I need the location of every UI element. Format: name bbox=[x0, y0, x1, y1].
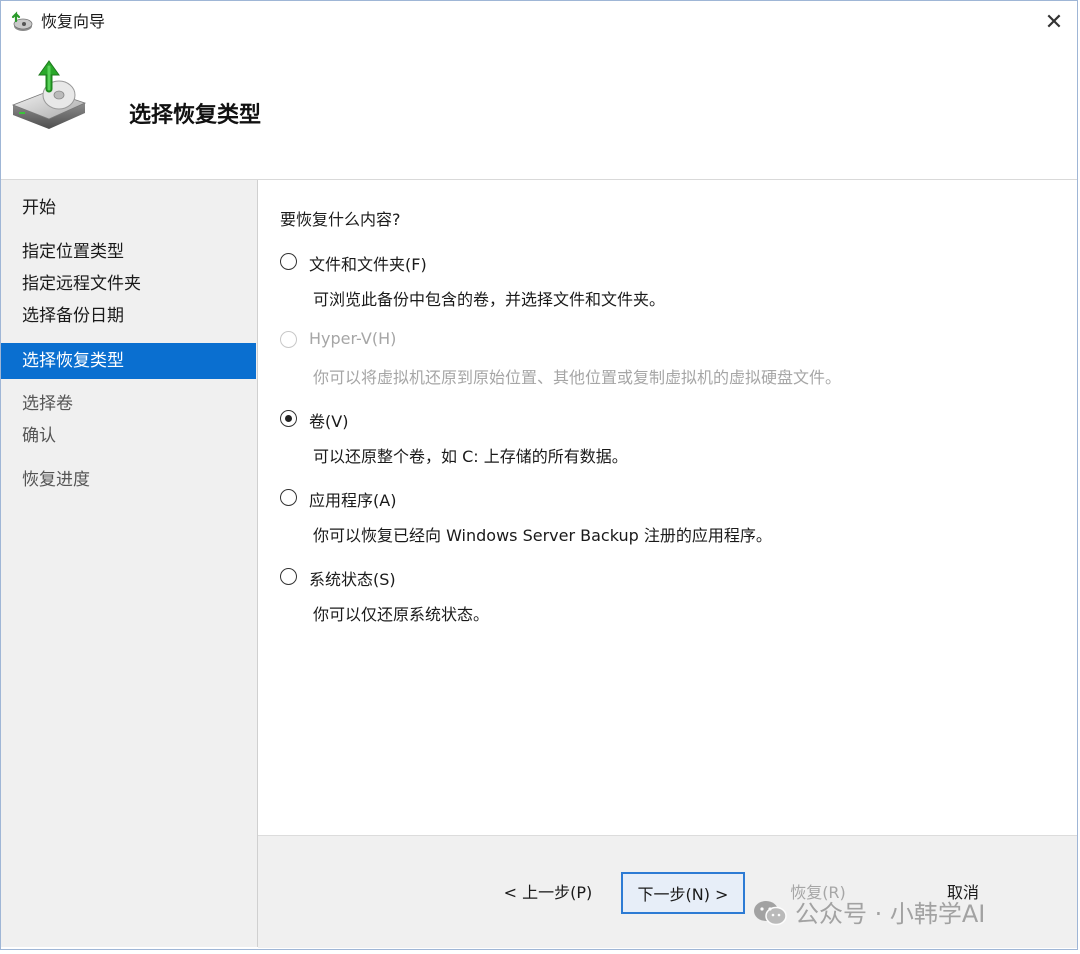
restore-wizard-window: 恢复向导 ✕ 选择恢复类型 开始 指定位置类型 指定远程文件夹 选择备份日期 选… bbox=[0, 0, 1078, 950]
option-label[interactable]: 应用程序(A) bbox=[309, 487, 396, 511]
watermark-text: 公众号 · 小韩学AI bbox=[795, 900, 986, 928]
radio-volume[interactable] bbox=[280, 410, 297, 427]
question-label: 要恢复什么内容? bbox=[280, 210, 401, 229]
next-button[interactable]: 下一步(N) > bbox=[621, 872, 745, 914]
previous-button[interactable]: < 上一步(P) bbox=[496, 872, 600, 914]
step-progress: 恢复进度 bbox=[22, 470, 90, 490]
close-icon[interactable]: ✕ bbox=[1039, 7, 1069, 37]
step-recovery-type: 选择恢复类型 bbox=[1, 343, 256, 379]
restore-wizard-icon bbox=[11, 11, 33, 33]
step-remote-folder: 指定远程文件夹 bbox=[22, 274, 141, 294]
step-backup-date: 选择备份日期 bbox=[22, 306, 124, 326]
watermark: 公众号 · 小韩学AI bbox=[753, 894, 985, 929]
window-title: 恢复向导 bbox=[41, 12, 106, 31]
radio-system-state[interactable] bbox=[280, 568, 297, 585]
option-label[interactable]: 卷(V) bbox=[309, 408, 348, 432]
option-description: 可浏览此备份中包含的卷，并选择文件和文件夹。 bbox=[313, 290, 666, 309]
step-location-type: 指定位置类型 bbox=[22, 242, 124, 262]
main-content: 要恢复什么内容? 文件和文件夹(F) 可浏览此备份中包含的卷，并选择文件和文件夹… bbox=[258, 180, 1077, 835]
radio-files-folders[interactable] bbox=[280, 253, 297, 270]
option-label: Hyper-V(H) bbox=[309, 329, 397, 348]
radio-applications[interactable] bbox=[280, 489, 297, 506]
option-description: 你可以将虚拟机还原到原始位置、其他位置或复制虚拟机的虚拟硬盘文件。 bbox=[313, 368, 842, 387]
option-description: 你可以恢复已经向 Windows Server Backup 注册的应用程序。 bbox=[313, 526, 772, 545]
option-description: 你可以仅还原系统状态。 bbox=[313, 605, 490, 624]
radio-hyper-v bbox=[280, 331, 297, 348]
backup-disk-restore-icon bbox=[9, 57, 89, 131]
wizard-footer: < 上一步(P) 下一步(N) > 恢复(R) 取消 公众号 · 小韩学AI bbox=[258, 835, 1077, 948]
option-description: 可以还原整个卷，如 C: 上存储的所有数据。 bbox=[313, 447, 628, 466]
option-label[interactable]: 系统状态(S) bbox=[309, 566, 396, 590]
wizard-steps-sidebar: 开始 指定位置类型 指定远程文件夹 选择备份日期 选择恢复类型 选择卷 确认 恢… bbox=[1, 180, 258, 947]
wizard-header: 选择恢复类型 bbox=[1, 43, 1077, 180]
option-label[interactable]: 文件和文件夹(F) bbox=[309, 251, 427, 275]
title-bar: 恢复向导 ✕ bbox=[1, 1, 1077, 43]
wechat-icon bbox=[753, 900, 787, 926]
step-confirm: 确认 bbox=[22, 426, 56, 446]
step-select-volume: 选择卷 bbox=[22, 394, 73, 414]
step-start: 开始 bbox=[22, 198, 56, 218]
page-title: 选择恢复类型 bbox=[129, 103, 262, 128]
